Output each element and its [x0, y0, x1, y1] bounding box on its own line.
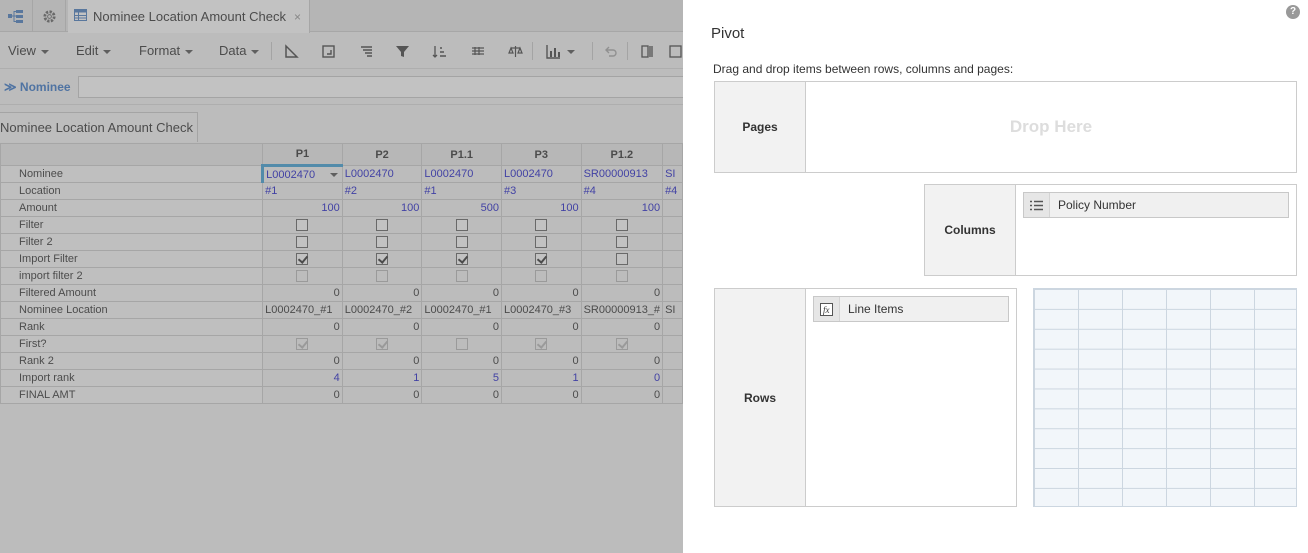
workspace: Nominee Location Amount Check × View Edi… — [0, 0, 683, 553]
rows-label: Rows — [715, 289, 806, 506]
app-window: Nominee Location Amount Check × View Edi… — [0, 0, 1308, 553]
pivot-title: Pivot — [711, 25, 745, 42]
rows-zone[interactable]: Rows fx Line Items — [714, 288, 1017, 507]
grid-preview — [1033, 288, 1297, 507]
help-icon[interactable]: ? — [1286, 5, 1300, 19]
list-icon — [1024, 193, 1050, 217]
columns-zone[interactable]: Columns Policy Number — [924, 184, 1297, 276]
pivot-panel: ? Pivot Drag and drop items between rows… — [683, 0, 1308, 553]
function-icon: fx — [814, 297, 840, 321]
pages-drop-placeholder: Drop Here — [1009, 117, 1093, 136]
column-item-label: Policy Number — [1058, 198, 1137, 212]
pages-zone[interactable]: Pages Drop Here — [714, 81, 1297, 173]
pivot-instructions: Drag and drop items between rows, column… — [713, 62, 1014, 76]
row-item-line-items[interactable]: fx Line Items — [813, 296, 1009, 322]
columns-label: Columns — [925, 185, 1016, 275]
column-item-policy-number[interactable]: Policy Number — [1023, 192, 1289, 218]
row-item-label: Line Items — [848, 302, 904, 316]
svg-text:fx: fx — [823, 305, 830, 315]
modal-overlay[interactable] — [0, 0, 683, 553]
